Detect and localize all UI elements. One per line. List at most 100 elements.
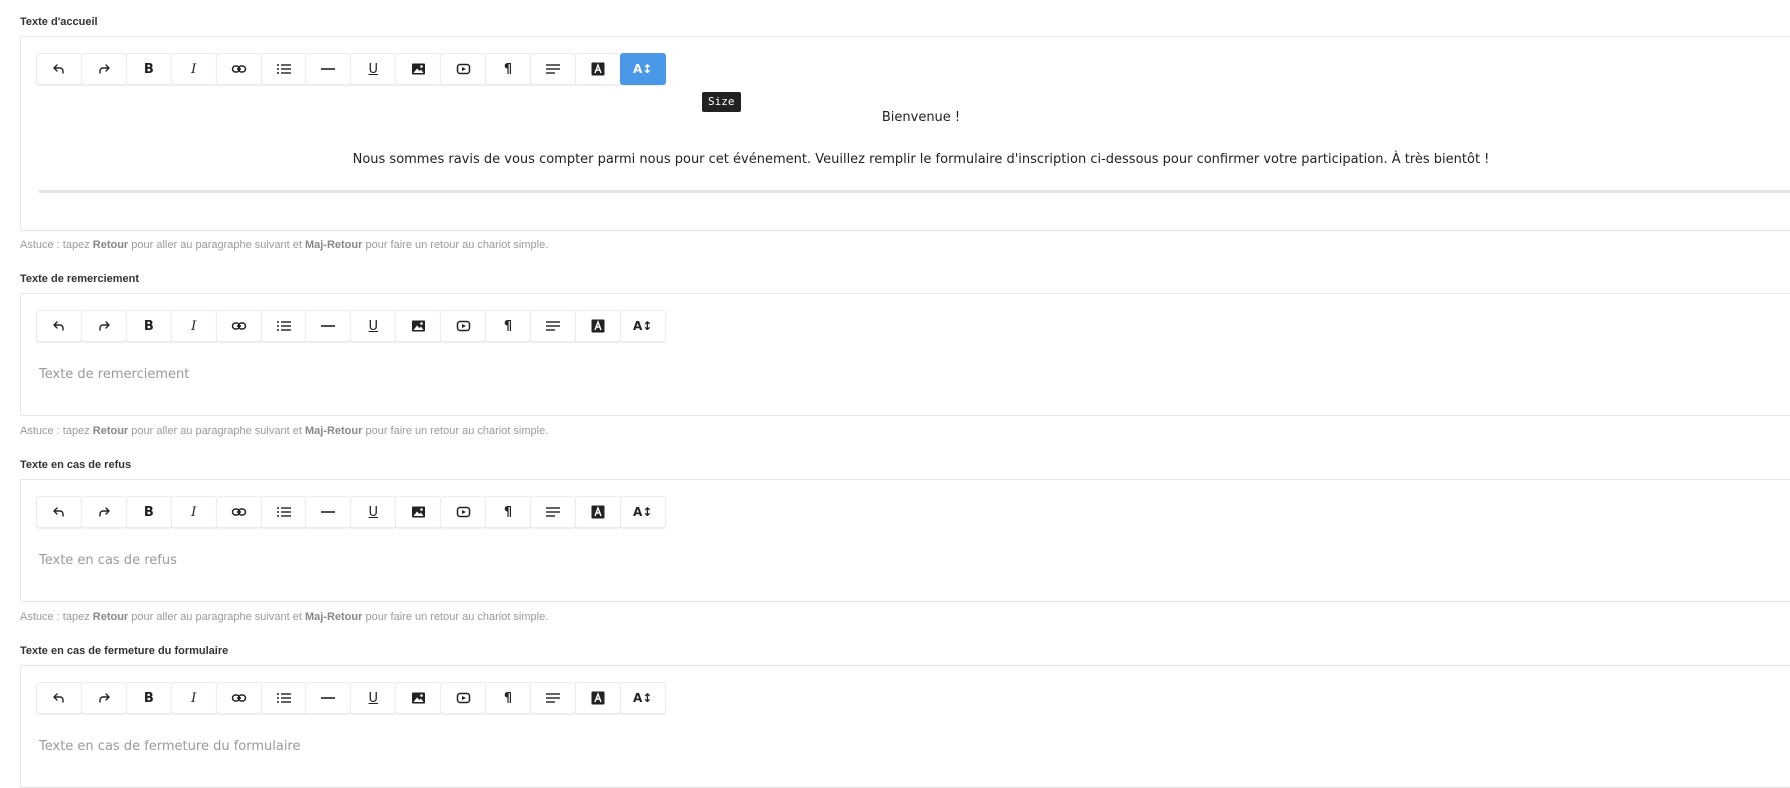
redo-button[interactable] — [80, 496, 127, 528]
hint-suffix: pour faire un retour au chariot simple. — [362, 425, 549, 437]
font-size-icon: A↕ — [633, 505, 653, 519]
italic-button[interactable]: I — [170, 682, 217, 714]
underline-button[interactable]: U — [350, 682, 397, 714]
video-button[interactable] — [440, 310, 487, 342]
redo-icon — [97, 691, 111, 705]
bullet-list-button[interactable] — [260, 53, 307, 85]
align-button[interactable] — [529, 496, 576, 528]
editor-refusal[interactable]: B I U ¶ A↕ Texte en cas de refus — [20, 479, 1790, 602]
bullet-list-button[interactable] — [260, 310, 307, 342]
undo-icon — [52, 62, 66, 76]
align-button[interactable] — [529, 682, 576, 714]
section-label-closure: Texte en cas de fermeture du formulaire — [20, 645, 229, 657]
text-color-button[interactable] — [574, 496, 621, 528]
editor-thanks[interactable]: B I U ¶ A↕ Texte de remerciement — [20, 293, 1790, 416]
video-button[interactable] — [440, 496, 487, 528]
paragraph-button[interactable]: ¶ — [485, 53, 531, 85]
hint-key-return: Retour — [92, 425, 129, 437]
image-button[interactable] — [395, 310, 442, 342]
list-icon — [276, 319, 292, 333]
image-button[interactable] — [395, 682, 442, 714]
paragraph-button[interactable]: ¶ — [485, 496, 531, 528]
bold-icon: B — [143, 504, 154, 520]
undo-icon — [52, 691, 66, 705]
horizontal-rule-button[interactable] — [305, 496, 352, 528]
italic-icon: I — [191, 690, 197, 706]
align-left-icon — [545, 505, 561, 519]
font-size-button[interactable]: A↕ — [619, 310, 666, 342]
hint-prefix: Astuce : tapez — [20, 611, 93, 623]
link-icon — [231, 319, 247, 333]
video-button[interactable] — [440, 682, 487, 714]
bold-icon: B — [143, 690, 154, 706]
text-color-button[interactable] — [574, 310, 621, 342]
undo-button[interactable] — [36, 310, 82, 342]
text-color-icon — [591, 505, 605, 519]
horizontal-rule-icon — [320, 505, 336, 519]
hint-suffix: pour faire un retour au chariot simple. — [362, 611, 549, 623]
bold-button[interactable]: B — [125, 310, 172, 342]
link-button[interactable] — [215, 682, 262, 714]
link-button[interactable] — [215, 310, 262, 342]
video-button[interactable] — [440, 53, 487, 85]
align-button[interactable] — [529, 53, 576, 85]
horizontal-rule-button[interactable] — [305, 53, 352, 85]
link-button[interactable] — [215, 53, 262, 85]
bold-button[interactable]: B — [125, 682, 172, 714]
image-icon — [411, 691, 426, 705]
font-size-button[interactable]: A↕ — [619, 53, 666, 85]
video-icon — [456, 62, 471, 76]
image-button[interactable] — [395, 53, 442, 85]
underline-button[interactable]: U — [350, 53, 397, 85]
text-color-icon — [591, 62, 605, 76]
editor-welcome[interactable]: B I U ¶ A↕ Size Bienvenue ! Nous sommes ravi… — [20, 36, 1790, 231]
undo-button[interactable] — [36, 496, 82, 528]
text-color-button[interactable] — [574, 53, 621, 85]
undo-button[interactable] — [36, 682, 82, 714]
italic-button[interactable]: I — [170, 310, 217, 342]
underline-icon: U — [368, 690, 379, 706]
redo-button[interactable] — [80, 53, 127, 85]
content-body[interactable]: Nous sommes ravis de vous compter parmi … — [21, 152, 1790, 167]
italic-button[interactable]: I — [170, 53, 217, 85]
horizontal-rule-button[interactable] — [305, 682, 352, 714]
horizontal-rule-icon — [320, 62, 336, 76]
font-size-button[interactable]: A↕ — [619, 496, 666, 528]
horizontal-rule — [39, 190, 1790, 193]
bullet-list-button[interactable] — [260, 682, 307, 714]
welcome-body-text: Nous sommes ravis de vous compter parmi … — [352, 152, 1490, 167]
bold-button[interactable]: B — [125, 496, 172, 528]
underline-button[interactable]: U — [350, 496, 397, 528]
font-size-button[interactable]: A↕ — [619, 682, 666, 714]
paragraph-button[interactable]: ¶ — [485, 682, 531, 714]
hint-key-shift-return: Maj-Retour — [304, 425, 363, 437]
pilcrow-icon: ¶ — [503, 318, 513, 334]
video-icon — [456, 505, 471, 519]
image-button[interactable] — [395, 496, 442, 528]
horizontal-rule-icon — [320, 319, 336, 333]
align-button[interactable] — [529, 310, 576, 342]
hint-text: Astuce : tapez Retour pour aller au para… — [20, 424, 548, 438]
redo-button[interactable] — [80, 682, 127, 714]
list-icon — [276, 691, 292, 705]
editor-placeholder: Texte en cas de fermeture du formulaire — [39, 739, 301, 754]
link-button[interactable] — [215, 496, 262, 528]
underline-button[interactable]: U — [350, 310, 397, 342]
text-color-button[interactable] — [574, 682, 621, 714]
undo-button[interactable] — [36, 53, 82, 85]
hint-key-shift-return: Maj-Retour — [304, 239, 363, 251]
horizontal-rule-button[interactable] — [305, 310, 352, 342]
bullet-list-button[interactable] — [260, 496, 307, 528]
section-label-refusal: Texte en cas de refus — [20, 459, 132, 471]
redo-button[interactable] — [80, 310, 127, 342]
content-title[interactable]: Bienvenue ! — [21, 110, 1790, 125]
italic-button[interactable]: I — [170, 496, 217, 528]
redo-icon — [97, 62, 111, 76]
paragraph-button[interactable]: ¶ — [485, 310, 531, 342]
hint-prefix: Astuce : tapez — [20, 425, 93, 437]
hint-mid: pour aller au paragraphe suivant et — [128, 239, 305, 251]
pilcrow-icon: ¶ — [503, 61, 513, 77]
hint-prefix: Astuce : tapez — [20, 239, 93, 251]
editor-toolbar: B I U ¶ A↕ — [36, 496, 796, 528]
bold-button[interactable]: B — [125, 53, 172, 85]
